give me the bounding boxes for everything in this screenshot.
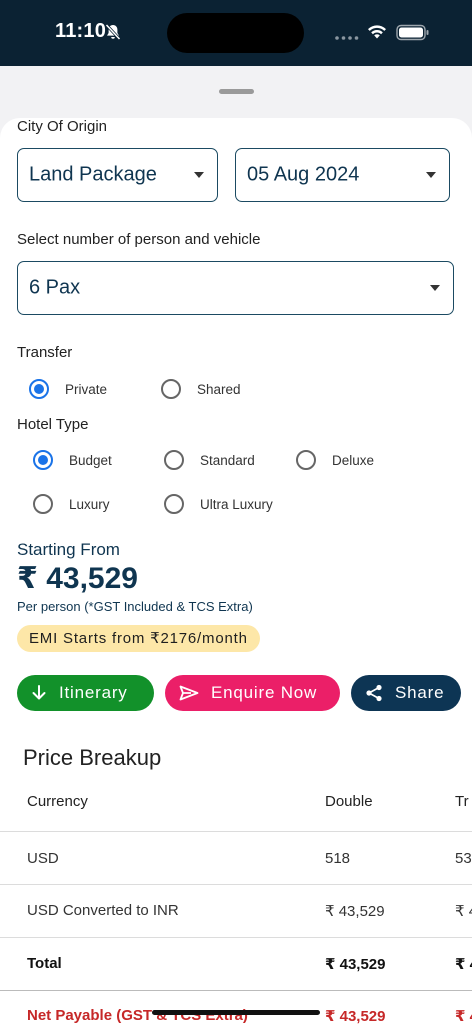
radio-hotel-budget[interactable]: Budget	[33, 450, 112, 470]
table-cell: ₹ 4	[455, 956, 472, 973]
share-button[interactable]: Share	[351, 675, 461, 711]
arrow-down-icon	[32, 685, 46, 700]
table-cell: ₹ 43,529	[325, 956, 386, 973]
send-icon	[179, 685, 199, 701]
table-row: USD 518 53	[0, 832, 472, 885]
dynamic-island	[167, 13, 304, 53]
table-cell: ₹ 4	[455, 1008, 472, 1024]
radio-unselected-icon	[164, 450, 184, 470]
table-cell: USD	[27, 850, 59, 867]
radio-label: Private	[65, 381, 108, 397]
table-cell: ₹ 43,529	[325, 1008, 386, 1024]
signal-dots-icon	[335, 36, 359, 40]
sheet-grabber[interactable]	[219, 89, 254, 94]
radio-selected-icon	[33, 450, 53, 470]
radio-hotel-ultra-luxury[interactable]: Ultra Luxury	[164, 494, 273, 514]
bell-muted-icon	[105, 23, 121, 41]
radio-unselected-icon	[164, 494, 184, 514]
radio-hotel-luxury[interactable]: Luxury	[33, 494, 110, 514]
starting-price: ₹ 43,529	[17, 562, 138, 595]
itinerary-button-label: Itinerary	[59, 683, 128, 702]
radio-label: Luxury	[69, 496, 110, 512]
city-of-origin-label: City Of Origin	[17, 118, 108, 135]
per-person-note: Per person (*GST Included & TCS Extra)	[17, 599, 253, 614]
table-cell: ₹ 43,529	[325, 903, 385, 920]
column-header: Double	[325, 793, 373, 810]
radio-transfer-private[interactable]: Private	[29, 379, 107, 399]
itinerary-button[interactable]: Itinerary	[17, 675, 154, 711]
radio-unselected-icon	[161, 379, 181, 399]
status-time: 11:10	[55, 20, 107, 42]
radio-unselected-icon	[296, 450, 316, 470]
radio-label: Standard	[200, 452, 255, 468]
table-row-total: Total ₹ 43,529 ₹ 4	[0, 938, 472, 991]
radio-label: Ultra Luxury	[200, 496, 273, 512]
table-row: USD Converted to INR ₹ 43,529 ₹ 4	[0, 885, 472, 938]
dropdown-caret-icon	[430, 285, 440, 291]
radio-hotel-deluxe[interactable]: Deluxe	[296, 450, 374, 470]
table-cell: Total	[27, 955, 62, 972]
starting-from-label: Starting From	[17, 540, 120, 559]
radio-label: Budget	[69, 452, 112, 468]
transfer-label: Transfer	[17, 344, 73, 361]
radio-selected-icon	[29, 379, 49, 399]
table-header-row: Currency Double Tr	[0, 776, 472, 832]
date-select-value: 05 Aug 2024	[247, 163, 360, 186]
radio-label: Deluxe	[332, 452, 375, 468]
package-select[interactable]: Land Package	[17, 148, 218, 202]
dropdown-caret-icon	[194, 172, 204, 178]
table-row-net-payable: Net Payable (GST & TCS Extra) ₹ 43,529 ₹…	[0, 991, 472, 1024]
radio-transfer-shared[interactable]: Shared	[161, 379, 241, 399]
hotel-type-label: Hotel Type	[17, 416, 89, 433]
share-icon	[366, 684, 382, 702]
emi-badge: EMI Starts from ₹2176/month	[17, 625, 260, 652]
pax-select-value: 6 Pax	[29, 276, 81, 299]
enquire-now-button[interactable]: Enquire Now	[165, 675, 340, 711]
radio-hotel-standard[interactable]: Standard	[164, 450, 255, 470]
battery-icon	[396, 24, 429, 41]
price-breakup-title: Price Breakup	[23, 745, 162, 770]
table-cell: ₹ 4	[455, 903, 472, 920]
column-header: Tr	[455, 793, 469, 810]
dropdown-caret-icon	[426, 172, 436, 178]
pax-label: Select number of person and vehicle	[17, 231, 261, 248]
home-indicator	[152, 1010, 320, 1015]
table-cell: USD Converted to INR	[27, 902, 179, 919]
status-bar: 11:10	[0, 0, 472, 66]
share-button-label: Share	[395, 683, 445, 702]
package-select-value: Land Package	[29, 163, 157, 186]
table-cell: 53	[455, 850, 472, 867]
wifi-icon	[368, 25, 386, 39]
table-cell: 518	[325, 850, 351, 867]
date-select[interactable]: 05 Aug 2024	[235, 148, 450, 202]
radio-unselected-icon	[33, 494, 53, 514]
column-header: Currency	[27, 793, 88, 810]
enquire-now-button-label: Enquire Now	[211, 683, 318, 702]
pax-select[interactable]: 6 Pax	[17, 261, 454, 315]
radio-label: Shared	[197, 381, 241, 397]
